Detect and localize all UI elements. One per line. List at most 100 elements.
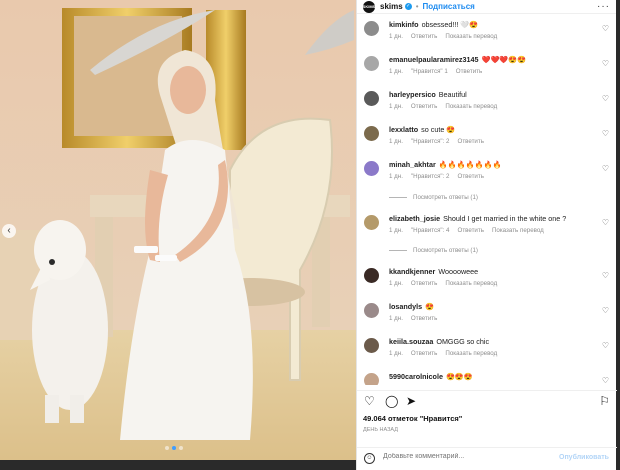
comment-username[interactable]: minah_akhtar [389,160,436,169]
translate-button[interactable]: Показать перевод [445,350,497,357]
comment-username[interactable]: kkandkjenner [389,267,435,276]
comment-time: 1 дн. [389,138,403,145]
comment-username[interactable]: losandyls [389,302,422,311]
reply-button[interactable]: Ответить [458,227,484,234]
emoji-icon[interactable]: ☺ [364,453,375,464]
reply-button[interactable]: Ответить [458,138,484,145]
comment-like-heart-icon[interactable]: ♡ [602,94,609,103]
divider-line [389,249,407,251]
comment-text: minah_akhtar 🔥🔥🔥🔥🔥🔥🔥 [389,160,501,169]
reply-button[interactable]: Ответить [458,173,484,180]
commenter-avatar[interactable] [364,338,379,353]
commenter-avatar[interactable] [364,373,379,385]
comment-body: Beautiful [438,90,467,99]
comment-like-heart-icon[interactable]: ♡ [602,376,609,385]
commenter-avatar[interactable] [364,303,379,318]
comment-body: ❤️❤️❤️😍😍 [481,55,527,64]
comment-username[interactable]: emanuelpaularamirez3145 [389,55,479,64]
previous-image-button[interactable]: ‹ [2,224,16,238]
comment-meta: 1 дн. "Нравится": 2 Ответить [389,138,492,145]
comment-meta: 1 дн. Ответить Показать перевод [389,280,505,287]
reply-button[interactable]: Ответить [411,350,437,357]
reply-button[interactable]: Ответить [456,68,482,75]
comment-like-heart-icon[interactable]: ♡ [602,306,609,315]
publish-button[interactable]: Опубликовать [559,454,609,461]
carousel-indicator [165,446,183,450]
follow-button[interactable]: Подписаться [423,2,475,11]
comment-body: Wooooweee [438,267,479,276]
commenter-avatar[interactable] [364,126,379,141]
translate-button[interactable]: Показать перевод [492,227,544,234]
comment-like-heart-icon[interactable]: ♡ [602,218,609,227]
comment-text: losandyls 😍 [389,302,434,311]
commenter-avatar[interactable] [364,56,379,71]
comment-body: OMGGG so chic [436,337,490,346]
comment-meta: 1 дн. Ответить Показать перевод [389,33,505,40]
comment-username[interactable]: kimkinfo [389,20,419,29]
comment-like-heart-icon[interactable]: ♡ [602,24,609,33]
view-replies-button[interactable]: Посмотреть ответы (1) [389,194,478,201]
comment-text: lexxlatto so cute 😍 [389,125,455,134]
comment-likes[interactable]: "Нравится": 2 [411,138,450,145]
comment-meta: 1 дн. "Нравится" 1 Ответить [389,68,490,75]
commenter-avatar[interactable] [364,215,379,230]
comment-time: 1 дн. [389,33,403,40]
more-options-icon[interactable]: ··· [597,1,610,12]
comment-like-heart-icon[interactable]: ♡ [602,164,609,173]
commenter-avatar[interactable] [364,268,379,283]
comment-like-heart-icon[interactable]: ♡ [602,59,609,68]
comments-list[interactable]: kimkinfo obsessed!!! 🤍😍 1 дн. Ответить Пока… [357,15,617,385]
translate-button[interactable]: Показать перевод [445,280,497,287]
comment-icon[interactable]: ◯ [385,395,398,407]
comment-username[interactable]: elizabeth_josie [389,214,440,223]
comment-like-heart-icon[interactable]: ♡ [602,341,609,350]
author-avatar[interactable]: SKIMS [363,0,375,13]
commenter-avatar[interactable] [364,91,379,106]
reply-button[interactable]: Ответить [411,280,437,287]
comment-username[interactable]: 5990carolnicole [389,372,443,381]
author-username[interactable]: skims [380,2,403,11]
comment-likes[interactable]: "Нравится" 1 [411,68,448,75]
comment-like-heart-icon[interactable]: ♡ [602,129,609,138]
reply-button[interactable]: Ответить [411,315,437,322]
comment-text: harleypersico Beautiful [389,90,467,99]
comment-time: 1 дн. [389,315,403,322]
comment-username[interactable]: keiila.souzaa [389,337,433,346]
comment-meta: 1 дн. Ответить Показать перевод [389,103,505,110]
heart-icon[interactable]: ♡ [364,395,375,407]
comment-text: kimkinfo obsessed!!! 🤍😍 [389,20,478,29]
view-replies-label[interactable]: Посмотреть ответы (1) [413,247,478,254]
reply-button[interactable]: Ответить [411,103,437,110]
comment-username[interactable]: harleypersico [389,90,436,99]
translate-button[interactable]: Показать перевод [445,33,497,40]
comment-input[interactable] [383,453,573,460]
comment-body: 🔥🔥🔥🔥🔥🔥🔥 [438,160,502,169]
view-replies-label[interactable]: Посмотреть ответы (1) [413,194,478,201]
comment-likes[interactable]: "Нравится": 2 [411,173,450,180]
comment-text: kkandkjenner Wooooweee [389,267,478,276]
reply-button[interactable]: Ответить [411,33,437,40]
comment-body: obsessed!!! 🤍😍 [421,20,479,29]
commenter-avatar[interactable] [364,21,379,36]
comment-body: so cute 😍 [421,125,456,134]
comment-likes[interactable]: "Нравится": 4 [411,227,450,234]
bookmark-icon[interactable]: ⚐ [599,395,610,407]
comment-username[interactable]: lexxlatto [389,125,418,134]
comment-time: 1 дн. [389,227,403,234]
comment-time: 1 дн. [389,350,403,357]
divider-line [389,196,407,198]
share-icon[interactable]: ➤ [406,395,416,407]
translate-button[interactable]: Показать перевод [445,103,497,110]
post-actions-bar: ♡ ◯ ➤ ⚐ [357,390,617,410]
post-image[interactable]: ‹ [0,0,356,460]
commenter-avatar[interactable] [364,161,379,176]
view-replies-button[interactable]: Посмотреть ответы (1) [389,247,478,254]
likes-count[interactable]: 49.064 отметок "Нравится" [363,414,462,423]
carousel-dot-active [172,446,176,450]
comment-time: 1 дн. [389,280,403,287]
comment-like-heart-icon[interactable]: ♡ [602,271,609,280]
comment-body: 😍 [425,302,435,311]
comment-text: keiila.souzaa OMGGG so chic [389,337,489,346]
app-window: ‹ SKIMS skims ✓ • Подписаться ··· kimkin… [0,0,620,470]
post-panel: SKIMS skims ✓ • Подписаться ··· kimkinfo… [356,0,617,470]
